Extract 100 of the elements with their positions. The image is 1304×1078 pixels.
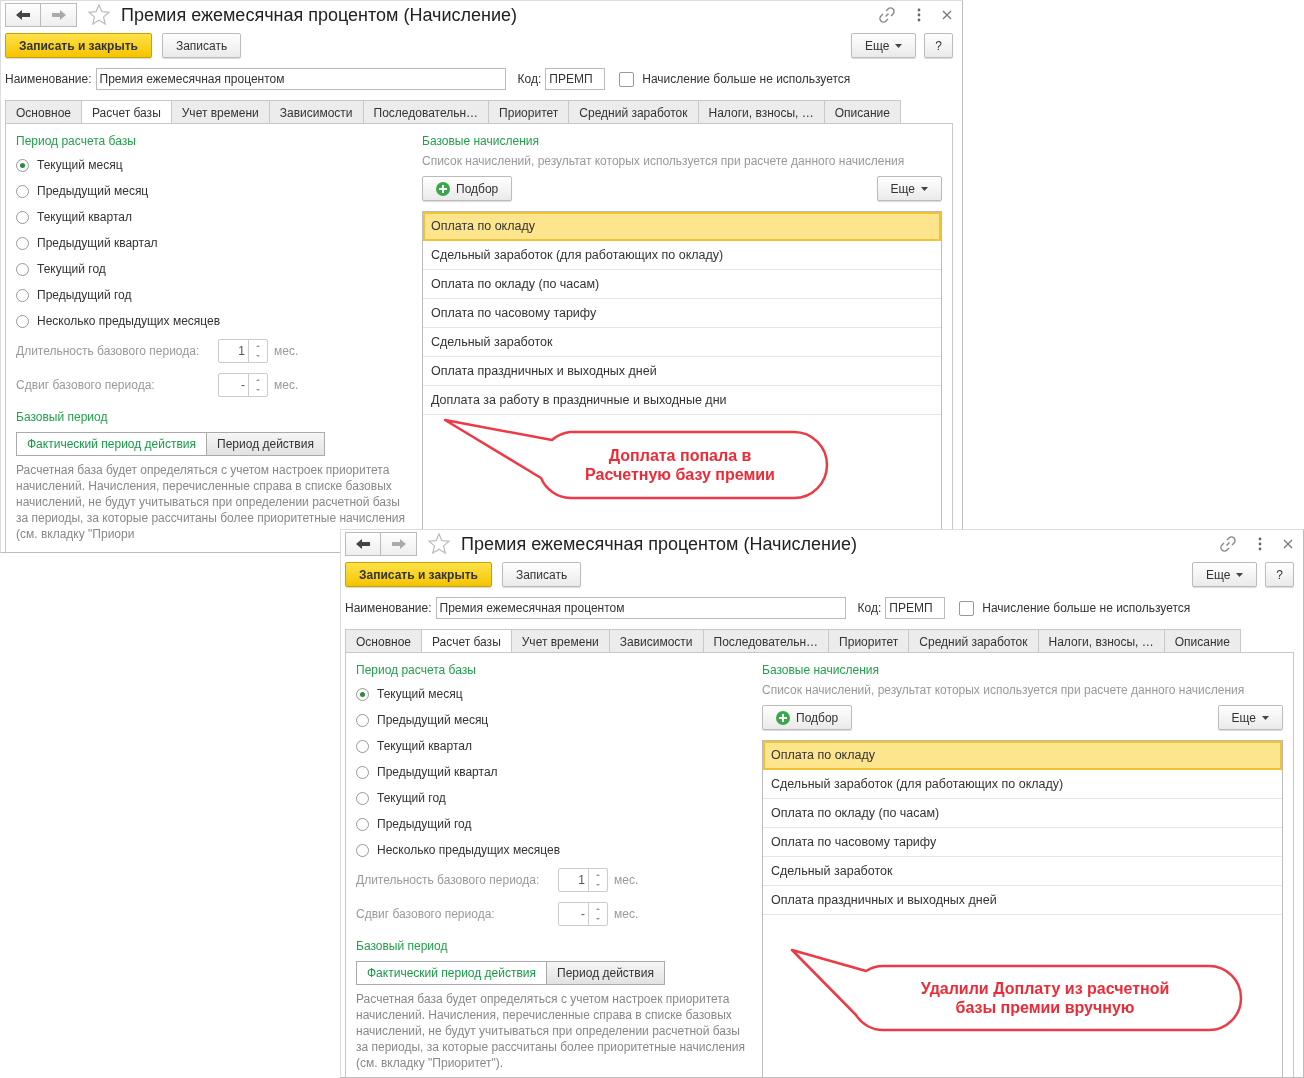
list-row[interactable]: Оплата по часовому тарифу xyxy=(423,299,941,328)
toggle-button[interactable]: Период действия xyxy=(547,961,665,985)
caret-icon xyxy=(1262,715,1269,720)
checkbox[interactable] xyxy=(619,71,635,87)
tab[interactable]: Расчет базы xyxy=(422,629,512,653)
plus-circle-icon xyxy=(776,710,790,725)
name-field[interactable]: Премия ежемесячная процентом xyxy=(435,597,846,619)
more-button[interactable]: Еще xyxy=(850,33,917,58)
field-label: Длительность базового периода: xyxy=(356,873,541,887)
radio-label: Текущий квартал xyxy=(37,210,132,224)
tab[interactable]: Последовательн… xyxy=(363,100,490,124)
list-row[interactable]: Сдельный заработок xyxy=(423,328,941,357)
tab[interactable]: Приоритет xyxy=(829,629,910,653)
radio-label: Предыдущий месяц xyxy=(37,184,149,198)
more-button[interactable]: Еще xyxy=(1217,705,1283,730)
list-row[interactable]: Сдельный заработок xyxy=(763,857,1282,886)
section-heading: Период расчета базы xyxy=(356,663,477,679)
close-icon[interactable] xyxy=(1283,539,1293,549)
code-field[interactable]: ПРЕМП xyxy=(545,68,606,90)
list-row[interactable]: Доплата за работу в праздничные и выходные дни xyxy=(423,386,941,415)
list-row[interactable]: Оплата по окладу xyxy=(423,212,941,241)
more-button[interactable]: Еще xyxy=(876,176,942,201)
section-hint: Список начислений, результат которых используется при расчете данного начисления xyxy=(762,683,1246,697)
help-button[interactable]: ? xyxy=(924,33,953,58)
list-row[interactable]: Сдельный заработок (для работающих по окладу) xyxy=(763,770,1282,799)
number-spin-field[interactable]: 1 xyxy=(218,339,268,363)
tab[interactable]: Последовательн… xyxy=(703,629,830,653)
close-icon[interactable] xyxy=(942,10,952,20)
tab[interactable]: Основное xyxy=(5,100,82,124)
name-field[interactable]: Премия ежемесячная процентом xyxy=(95,68,506,90)
checkbox[interactable] xyxy=(959,600,975,616)
unit-label: мес. xyxy=(614,873,639,887)
caret-icon xyxy=(921,186,928,191)
radio-label: Текущий месяц xyxy=(377,687,463,701)
unit-label: мес. xyxy=(274,378,299,392)
star-icon[interactable] xyxy=(427,532,451,556)
star-icon[interactable] xyxy=(87,3,111,27)
more-vertical-icon[interactable] xyxy=(1257,537,1263,551)
more-vertical-icon[interactable] xyxy=(916,8,922,22)
list-row[interactable]: Сдельный заработок (для работающих по окладу) xyxy=(423,241,941,270)
tab[interactable]: Учет времени xyxy=(171,100,270,124)
checkbox-label: Начисление больше не используется xyxy=(982,601,1191,615)
tab[interactable]: Налоги, взносы, … xyxy=(1038,629,1165,653)
list-row[interactable]: Оплата по часовому тарифу xyxy=(763,828,1282,857)
description-text: Расчетная база будет определяться с учетом настроек приоритета начислений. Начисления, перечисленные справа в списке базовых начислений, не будут учитываться при определении расчетной базы за периоды, за которые рассчитаны более приоритетные начисления (см. вкладку "Приори xyxy=(16,462,406,542)
tab[interactable]: Зависимости xyxy=(269,100,364,124)
list-row[interactable]: Оплата по окладу (по часам) xyxy=(423,270,941,299)
back-button[interactable] xyxy=(345,532,381,556)
left-arrow-icon xyxy=(355,538,371,550)
back-button[interactable] xyxy=(5,3,41,27)
save-and-close-button[interactable]: Записать и закрыть xyxy=(5,33,152,58)
pick-button[interactable]: Подбор xyxy=(762,705,853,730)
caret-icon xyxy=(1236,572,1244,577)
section-heading: Базовый период xyxy=(356,939,449,955)
tab[interactable]: Приоритет xyxy=(489,100,570,124)
tab[interactable]: Описание xyxy=(824,100,901,124)
help-button[interactable]: ? xyxy=(1265,562,1294,587)
tab[interactable]: Описание xyxy=(1164,629,1241,653)
toggle-button[interactable]: Фактический период действия xyxy=(16,432,208,456)
radio-label: Текущий год xyxy=(37,262,106,276)
tab[interactable]: Налоги, взносы, … xyxy=(698,100,825,124)
unit-label: мес. xyxy=(274,344,299,358)
save-button[interactable]: Записать xyxy=(161,33,242,58)
tab[interactable]: Зависимости xyxy=(609,629,704,653)
save-button[interactable]: Записать xyxy=(501,562,582,587)
code-field[interactable]: ПРЕМП xyxy=(885,597,946,619)
number-spin-field[interactable]: 1 xyxy=(558,868,608,892)
radio-label: Предыдущий месяц xyxy=(377,713,489,727)
number-spin-field[interactable]: - xyxy=(558,902,608,926)
save-and-close-button[interactable]: Записать и закрыть xyxy=(345,562,492,587)
tab[interactable]: Расчет базы xyxy=(82,100,172,124)
field-label: Длительность базового периода: xyxy=(16,344,201,358)
tab[interactable]: Средний заработок xyxy=(569,100,699,124)
name-label: Наименование: xyxy=(5,72,92,86)
link-icon[interactable] xyxy=(1219,535,1237,553)
radio-label: Предыдущий квартал xyxy=(377,765,498,779)
code-label: Код: xyxy=(517,72,542,86)
radio-label: Предыдущий год xyxy=(37,288,132,302)
callout-text: Доплата попала в Расчетную базу премии xyxy=(585,446,775,484)
number-spin-field[interactable]: - xyxy=(218,373,268,397)
list-row[interactable]: Оплата по окладу xyxy=(763,741,1282,770)
toggle-button[interactable]: Период действия xyxy=(207,432,325,456)
list-row[interactable]: Оплата праздничных и выходных дней xyxy=(763,886,1282,915)
radio-label: Предыдущий квартал xyxy=(37,236,158,250)
tab[interactable]: Средний заработок xyxy=(909,629,1039,653)
radio-label: Текущий квартал xyxy=(377,739,472,753)
more-button[interactable]: Еще xyxy=(1191,562,1258,587)
pick-button[interactable]: Подбор xyxy=(422,176,513,201)
right-arrow-icon xyxy=(50,9,67,21)
list-row[interactable]: Оплата праздничных и выходных дней xyxy=(423,357,941,386)
caret-icon xyxy=(895,43,903,48)
checkbox-label: Начисление больше не используется xyxy=(642,72,851,86)
tab[interactable]: Учет времени xyxy=(511,629,610,653)
toggle-button[interactable]: Фактический период действия xyxy=(356,961,548,985)
plus-circle-icon xyxy=(436,181,450,196)
window-title: Премия ежемесячная процентом (Начисление) xyxy=(121,4,519,26)
list-row[interactable]: Оплата по окладу (по часам) xyxy=(763,799,1282,828)
name-label: Наименование: xyxy=(345,601,432,615)
link-icon[interactable] xyxy=(878,6,896,24)
tab[interactable]: Основное xyxy=(345,629,422,653)
